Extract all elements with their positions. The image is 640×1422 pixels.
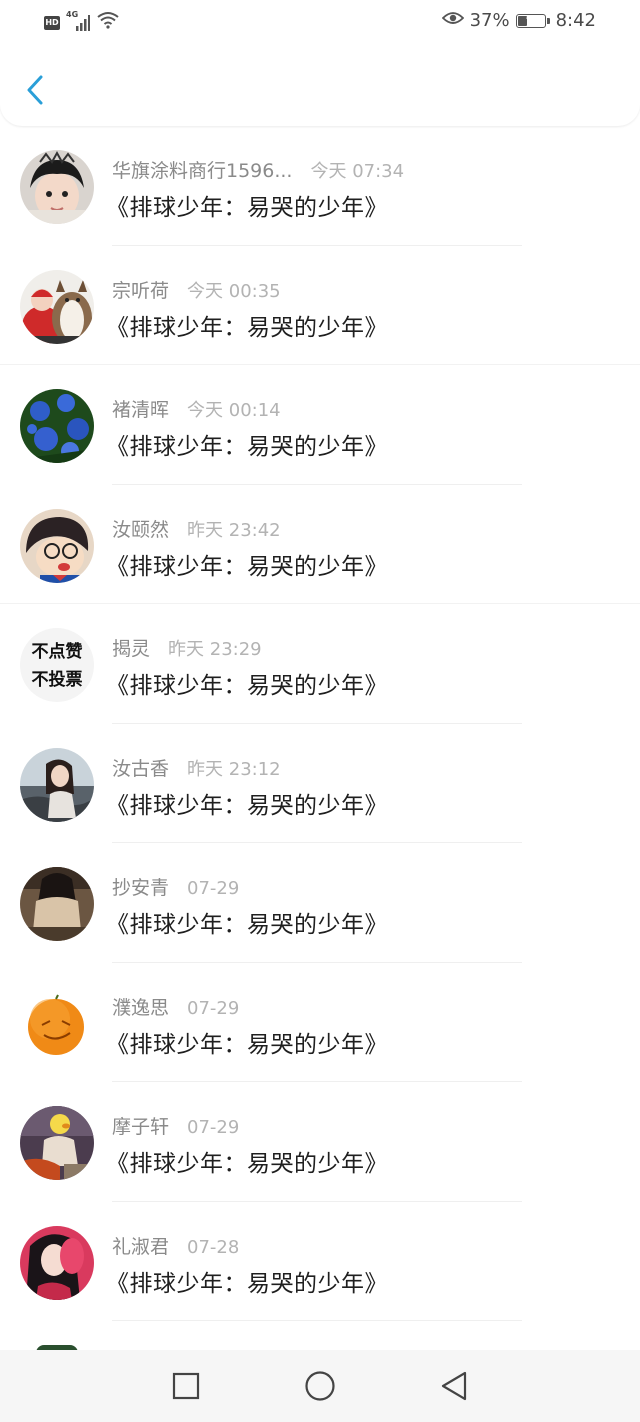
message-text: 《排球少年：易哭的少年》 — [106, 434, 388, 460]
list-item[interactable]: 华旗涂料商行1596... 今天 07:34 《排球少年：易哭的少年》 — [0, 126, 640, 246]
item-meta: 宗听荷 今天 00:35 — [112, 276, 281, 303]
timestamp: 07-29 — [187, 878, 240, 899]
timestamp: 07-28 — [187, 1236, 240, 1258]
list-item[interactable]: 濮逸思 07-29 《排球少年：易哭的少年》 — [0, 963, 640, 1082]
item-meta: 濮逸思 07-29 — [112, 993, 239, 1020]
message-text: 《排球少年：易哭的少年》 — [106, 1151, 388, 1177]
message-text: 《排球少年：易哭的少年》 — [106, 553, 388, 580]
timestamp: 今天 00:14 — [187, 400, 281, 421]
chevron-left-icon — [27, 75, 43, 105]
message-text: 《排球少年：易哭的少年》 — [106, 1031, 388, 1058]
list-item[interactable]: 汝颐然 昨天 23:42 《排球少年：易哭的少年》 — [0, 485, 640, 604]
user-name: 汝古香 — [112, 757, 170, 780]
battery-percent: 37% — [469, 10, 510, 31]
user-name: 褚清晖 — [112, 399, 170, 421]
system-nav-bar — [0, 1350, 640, 1422]
message-text: 《排球少年：易哭的少年》 — [106, 792, 388, 819]
home-button[interactable] — [304, 1370, 336, 1402]
user-name: 汝颐然 — [112, 518, 170, 541]
network-signal-icon: 4G — [66, 10, 90, 32]
list-item[interactable]: 汝古香 昨天 23:12 《排球少年：易哭的少年》 — [0, 724, 640, 843]
avatar[interactable] — [20, 867, 94, 941]
user-name: 抄安青 — [112, 877, 170, 899]
list-item[interactable]: 礼淑君 07-28 《排球少年：易哭的少年》 — [0, 1202, 640, 1321]
message-text: 《排球少年：易哭的少年》 — [106, 314, 388, 341]
avatar[interactable] — [20, 986, 94, 1061]
user-name: 礼淑君 — [112, 1235, 170, 1258]
list-item[interactable]: 摩子轩 07-29 《排球少年：易哭的少年》 — [0, 1082, 640, 1202]
triangle-back-icon — [441, 1371, 467, 1401]
header-bar: HD 4G 37% ❦ 8:42 — [0, 0, 640, 126]
user-name: 揭灵 — [112, 638, 151, 660]
user-name: 华旗涂料商行1596... — [112, 160, 293, 182]
message-text: 《排球少年：易哭的少年》 — [106, 673, 388, 699]
battery-icon: ❦ — [515, 13, 550, 28]
avatar[interactable] — [20, 747, 94, 822]
timestamp: 07-29 — [187, 1117, 240, 1138]
user-name: 濮逸思 — [112, 996, 170, 1019]
status-left: HD 4G — [44, 10, 120, 34]
item-meta: 揭灵 昨天 23:29 — [112, 634, 262, 661]
timestamp: 今天 00:35 — [187, 280, 281, 302]
item-meta: 汝颐然 昨天 23:42 — [112, 515, 281, 542]
avatar-text-line: 不点赞 — [31, 642, 83, 662]
circle-icon — [305, 1371, 335, 1401]
app-screen: HD 4G 37% ❦ 8:42 华旗涂料商行1596... 今天 07:34 … — [0, 0, 640, 1422]
avatar[interactable] — [20, 1106, 94, 1180]
avatar[interactable] — [20, 508, 94, 583]
timestamp: 07-29 — [187, 997, 240, 1019]
recent-apps-button[interactable] — [170, 1370, 202, 1402]
timestamp: 昨天 23:42 — [187, 519, 281, 541]
item-meta: 摩子轩 07-29 — [112, 1112, 239, 1139]
list-item[interactable]: 不点赞 不投票 揭灵 昨天 23:29 《排球少年：易哭的少年》 — [0, 604, 640, 724]
status-bar: HD 4G 37% ❦ 8:42 — [0, 0, 640, 44]
square-icon — [172, 1372, 200, 1400]
status-right: 37% ❦ 8:42 — [441, 10, 596, 31]
divider — [112, 1320, 522, 1321]
eye-icon — [441, 10, 464, 31]
message-text: 《排球少年：易哭的少年》 — [106, 912, 388, 938]
clock-time: 8:42 — [555, 10, 596, 31]
system-back-button[interactable] — [438, 1370, 470, 1402]
avatar[interactable] — [20, 1225, 94, 1300]
item-meta: 褚清晖 今天 00:14 — [112, 395, 281, 422]
list-item[interactable]: 宗听荷 今天 00:35 《排球少年：易哭的少年》 — [0, 246, 640, 365]
item-meta: 抄安青 07-29 — [112, 873, 239, 900]
message-text: 《排球少年：易哭的少年》 — [106, 195, 388, 221]
timestamp: 今天 07:34 — [310, 161, 405, 182]
timestamp: 昨天 23:12 — [187, 758, 281, 780]
list-item[interactable]: 褚清晖 今天 00:14 《排球少年：易哭的少年》 — [0, 365, 640, 485]
avatar[interactable] — [20, 389, 94, 463]
avatar[interactable] — [20, 150, 94, 224]
user-list: 华旗涂料商行1596... 今天 07:34 《排球少年：易哭的少年》 宗听荷 … — [0, 126, 640, 1321]
item-meta: 礼淑君 07-28 — [112, 1232, 239, 1259]
user-name: 摩子轩 — [112, 1116, 170, 1138]
list-item[interactable]: 抄安青 07-29 《排球少年：易哭的少年》 — [0, 843, 640, 963]
back-button[interactable] — [20, 72, 50, 108]
item-meta: 汝古香 昨天 23:12 — [112, 754, 281, 781]
timestamp: 昨天 23:29 — [168, 639, 262, 660]
avatar-text-line: 不投票 — [31, 670, 83, 690]
item-meta: 华旗涂料商行1596... 今天 07:34 — [112, 156, 404, 183]
avatar[interactable]: 不点赞 不投票 — [20, 628, 94, 702]
user-name: 宗听荷 — [112, 279, 170, 302]
wifi-icon — [96, 11, 120, 34]
message-text: 《排球少年：易哭的少年》 — [106, 1270, 388, 1297]
hd-icon: HD — [44, 15, 60, 30]
avatar[interactable] — [20, 269, 94, 344]
